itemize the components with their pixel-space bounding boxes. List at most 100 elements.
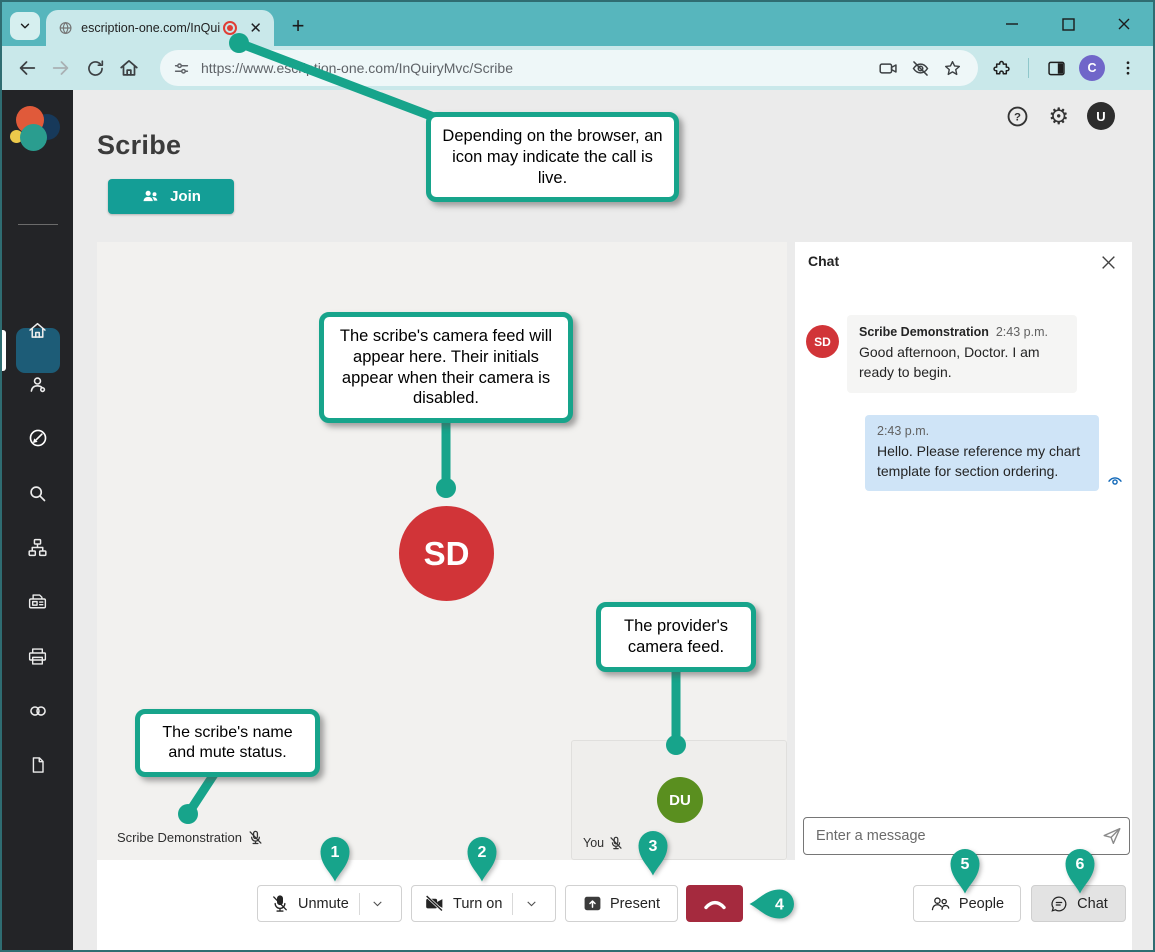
annotation-marker-1: 1 <box>318 835 352 883</box>
globe-icon <box>58 20 73 36</box>
annotation-marker-4: 4 <box>748 887 796 921</box>
home-button[interactable] <box>112 51 146 85</box>
unmute-split-button: Unmute <box>257 885 402 922</box>
new-tab-button[interactable]: + <box>284 12 312 40</box>
side-panel-icon[interactable] <box>1039 51 1073 85</box>
annotation-callout-provider-camera: The provider's camera feed. <box>596 602 756 672</box>
join-button[interactable]: Join <box>108 179 234 214</box>
sidebar-item-home[interactable] <box>2 308 73 352</box>
sidebar-item-network[interactable] <box>2 525 73 569</box>
search-icon <box>27 483 48 504</box>
sidebar-item-search[interactable] <box>2 471 73 515</box>
unmute-label: Unmute <box>298 896 349 912</box>
camera-on-label: Turn on <box>453 896 502 912</box>
browser-tab[interactable]: escription-one.com/InQuiry ✕ <box>46 10 274 46</box>
chat-bubble-icon <box>1049 894 1069 914</box>
chat-toggle-label: Chat <box>1077 896 1108 912</box>
svg-text:3: 3 <box>649 838 658 855</box>
join-people-icon <box>141 188 161 206</box>
link-icon <box>27 700 49 722</box>
provider-self-label: You <box>583 836 604 850</box>
scribe-icon <box>27 427 49 449</box>
chat-message-sent: 2:43 p.m. Hello. Please reference my cha… <box>865 415 1099 491</box>
sidebar-item-documents[interactable] <box>2 743 73 787</box>
present-icon <box>583 895 602 912</box>
present-label: Present <box>610 896 660 912</box>
eye-off-icon[interactable] <box>904 52 936 84</box>
chat-panel: Chat SD Scribe Demonstration 2:43 p.m. G… <box>795 242 1132 952</box>
sidebar-item-scribe[interactable] <box>2 416 73 460</box>
annotation-callout-live-icon: Depending on the browser, an icon may in… <box>426 112 679 202</box>
recording-indicator-icon <box>223 21 237 35</box>
join-button-label: Join <box>170 188 201 205</box>
unmute-button[interactable]: Unmute <box>258 886 359 921</box>
svg-text:2: 2 <box>478 844 487 861</box>
sidebar-item-provider[interactable] <box>2 362 73 406</box>
people-label: People <box>959 896 1004 912</box>
provider-video-tile: DU You <box>571 740 787 860</box>
scribe-avatar: SD <box>399 506 494 601</box>
chat-message-text: Hello. Please reference my chart templat… <box>877 442 1087 482</box>
sidebar-divider <box>18 224 58 225</box>
window-close-button[interactable] <box>1109 9 1139 39</box>
svg-text:1: 1 <box>331 844 340 861</box>
svg-text:4: 4 <box>775 897 784 914</box>
camera-permission-icon[interactable] <box>872 52 904 84</box>
url-bar[interactable]: https://www.escription-one.com/InQuiryMv… <box>160 50 978 86</box>
camera-on-button[interactable]: Turn on <box>412 886 512 921</box>
clinician-icon <box>27 374 48 395</box>
window-maximize-button[interactable] <box>1053 9 1083 39</box>
toolbar-separator <box>1028 58 1029 78</box>
chat-message-time: 2:43 p.m. <box>996 325 1048 339</box>
unmute-options-chevron[interactable] <box>360 886 396 921</box>
extensions-icon[interactable] <box>984 51 1018 85</box>
bookmark-star-icon[interactable] <box>936 52 968 84</box>
sidebar-item-print[interactable] <box>2 634 73 678</box>
chat-panel-title: Chat <box>808 253 839 269</box>
user-avatar[interactable]: U <box>1087 102 1115 130</box>
chat-message-time: 2:43 p.m. <box>877 424 1087 438</box>
printer-icon <box>27 646 48 667</box>
chat-message-input[interactable] <box>804 828 1095 844</box>
reload-button[interactable] <box>78 51 112 85</box>
browser-profile-avatar[interactable]: C <box>1079 55 1105 81</box>
browser-window: escription-one.com/InQuiry ✕ + https://w… <box>0 0 1155 952</box>
send-message-button[interactable] <box>1095 819 1129 853</box>
chat-message-author: Scribe Demonstration <box>859 325 989 339</box>
main-content: Scribe ? ⚙ U Join SD Scribe Demonstratio… <box>73 90 1153 950</box>
back-button[interactable] <box>10 51 44 85</box>
fax-icon <box>27 592 48 613</box>
kebab-menu-icon[interactable] <box>1111 51 1145 85</box>
sidebar-item-fax[interactable] <box>2 580 73 624</box>
hang-up-button[interactable] <box>686 885 743 922</box>
camera-off-icon <box>424 893 445 914</box>
tab-close-button[interactable]: ✕ <box>245 19 266 38</box>
muted-mic-icon <box>609 836 623 850</box>
sidebar-item-links[interactable] <box>2 689 73 733</box>
chevron-down-icon <box>18 19 32 33</box>
help-icon[interactable]: ? <box>1005 104 1030 129</box>
site-info-icon[interactable] <box>172 59 191 78</box>
window-minimize-button[interactable] <box>997 9 1027 39</box>
tab-search-button[interactable] <box>10 12 40 40</box>
app-logo <box>2 102 73 154</box>
camera-split-button: Turn on <box>411 885 556 922</box>
scribe-name-label: Scribe Demonstration <box>117 830 242 845</box>
url-text: https://www.escription-one.com/InQuiryMv… <box>201 60 872 76</box>
svg-text:6: 6 <box>1076 856 1085 873</box>
settings-gear-icon[interactable]: ⚙ <box>1048 105 1069 128</box>
present-button[interactable]: Present <box>565 885 678 922</box>
document-icon <box>28 755 48 775</box>
browser-toolbar: https://www.escription-one.com/InQuiryMv… <box>2 46 1153 90</box>
svg-text:?: ? <box>1014 111 1021 123</box>
hang-up-icon <box>702 896 728 911</box>
provider-avatar: DU <box>657 777 703 823</box>
muted-mic-icon <box>248 830 263 845</box>
forward-button[interactable] <box>44 51 78 85</box>
camera-options-chevron[interactable] <box>513 886 549 921</box>
close-icon <box>1100 254 1117 271</box>
chat-close-button[interactable] <box>1097 251 1119 273</box>
page-title: Scribe <box>97 130 181 161</box>
chat-message-received: Scribe Demonstration 2:43 p.m. Good afte… <box>847 315 1077 393</box>
tab-title: escription-one.com/InQuiry <box>81 21 221 35</box>
